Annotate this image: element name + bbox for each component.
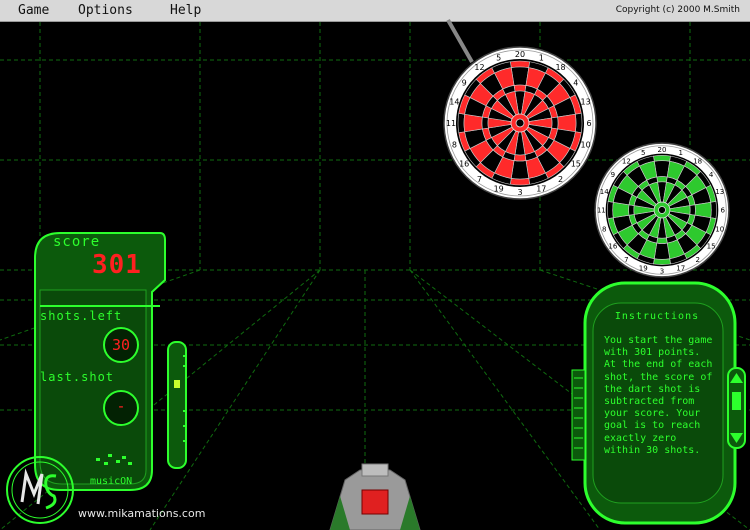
dartboard-number: 12	[474, 63, 484, 72]
last-shot-label: last.shot	[40, 370, 115, 384]
dart-launcher-icon[interactable]	[329, 463, 421, 530]
dartboard-number: 10	[715, 224, 724, 233]
slider-handle[interactable]	[174, 380, 180, 388]
music-state: ON	[120, 476, 133, 487]
dartboard-number: 19	[494, 185, 504, 194]
dartboard-number: 10	[581, 140, 591, 149]
dartboard-number: 15	[707, 241, 716, 250]
dartboard-number: 1	[679, 148, 683, 157]
dartboard-number: 5	[641, 148, 645, 157]
dartboard-number: 12	[622, 157, 631, 166]
music-toggle[interactable]: musicON	[90, 476, 132, 487]
dartboard-number: 6	[586, 119, 591, 128]
dartboard-number: 11	[446, 119, 456, 128]
dartboard-number: 17	[536, 185, 546, 194]
dartboard-number: 17	[676, 263, 685, 272]
dartboard-number: 2	[558, 175, 563, 184]
dartboard-number: 1	[539, 53, 544, 62]
dartboard-number: 8	[452, 140, 457, 149]
dartboard-number: 14	[449, 98, 459, 107]
dartboard-number: 9	[462, 78, 467, 87]
dartboard-number: 18	[693, 157, 702, 166]
dartboard-number: 20	[658, 145, 667, 154]
dartboard-number: 5	[496, 53, 501, 62]
last-shot-value: -	[116, 397, 126, 415]
shots-left-value: 30	[111, 336, 131, 354]
dartboard-number: 7	[477, 175, 482, 184]
site-link[interactable]: www.mikamations.com	[78, 507, 205, 520]
side-slider[interactable]	[167, 341, 187, 469]
shots-left-label: shots.left	[40, 309, 123, 323]
dartboard-number: 4	[573, 78, 578, 87]
score-value: 301	[92, 250, 142, 280]
dartboard-number: 9	[611, 170, 615, 179]
dartboard-number: 18	[555, 63, 565, 72]
dartboard-number: 2	[695, 255, 699, 264]
dartboard-number: 16	[608, 241, 617, 250]
music-label: music	[90, 476, 121, 487]
dartboard-green[interactable]: 20 1 18 413 6 10 15 2 17 3 19 7 168 11 149 12 5	[594, 142, 730, 278]
dartboard-number: 3	[517, 188, 522, 197]
dartboard-number: 7	[624, 255, 628, 264]
dartboard-number: 14	[600, 187, 609, 196]
dartboard-number: 6	[720, 206, 725, 215]
dartboard-number: 4	[709, 170, 714, 179]
scroll-thumb[interactable]	[732, 392, 741, 410]
dartboard-number: 11	[597, 206, 606, 215]
instructions-title: Instructions	[614, 311, 700, 322]
dartboard-number: 8	[602, 224, 606, 233]
dartboard-hanger	[446, 19, 474, 63]
dartboard-red[interactable]: 20 1 18 4 13 6 10 15 2 17 3 19 7 16 8 11 14 9 12 5	[443, 46, 597, 200]
dartboard-number: 13	[581, 98, 591, 107]
dartboard-number: 20	[515, 50, 525, 59]
instructions-text: You start the game with 301 points. At t…	[604, 335, 713, 456]
dartboard-number: 13	[715, 187, 724, 196]
dartboard-number: 15	[571, 160, 581, 169]
instructions-side-grip	[571, 369, 586, 461]
dartboard-number: 19	[639, 263, 648, 272]
dartboard-number: 3	[660, 266, 664, 275]
score-label: score	[53, 234, 101, 250]
dartboard-number: 16	[459, 160, 469, 169]
